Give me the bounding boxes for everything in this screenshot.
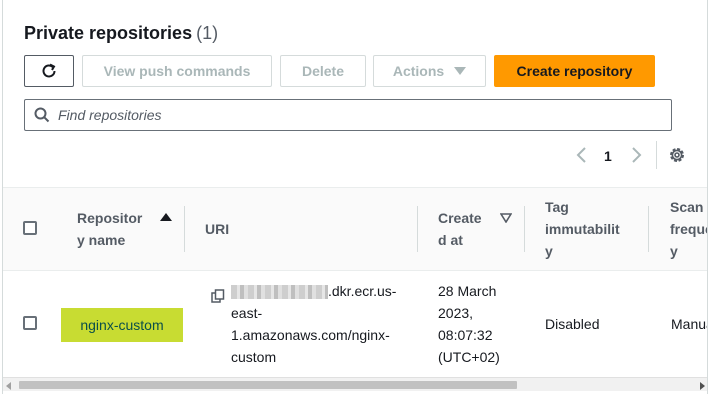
scrollbar-thumb[interactable] [19,381,517,389]
column-header-line: Create [438,210,482,226]
tag-immutability-value: Disabled [545,316,600,332]
created-at-line: (UTC+02) [438,349,500,365]
uri-text: .dkr.ecr.us- [328,283,397,299]
column-header-line: y [545,243,553,259]
redacted-account-id [231,285,328,300]
created-at-line: 28 March [438,283,497,299]
view-push-commands-button[interactable]: View push commands [82,55,272,87]
chevron-left-icon[interactable] [574,144,590,166]
repository-name-link[interactable]: nginx-custom [61,308,183,342]
created-at: 28 March 2023, 08:07:32 (UTC+02) [438,280,500,368]
horizontal-scrollbar[interactable] [3,377,707,391]
column-divider [524,206,525,252]
caret-down-icon [454,67,467,75]
column-header-scan-frequency[interactable]: Scan freque y [670,196,707,262]
title-text: Private repositories [24,23,193,43]
scroll-right-arrow-icon[interactable] [700,382,705,390]
search-box [24,99,672,131]
uri-text: east- [231,305,263,321]
uri-text: custom [231,349,277,365]
column-header-created-at[interactable]: Create d at [438,207,482,251]
create-repository-button[interactable]: Create repository [494,55,655,87]
actions-label: Actions [392,63,445,79]
chevron-right-icon[interactable] [628,144,644,166]
pagination-divider [656,141,657,169]
column-header-line: Scan [670,199,704,215]
actions-dropdown[interactable]: Actions [373,55,486,87]
created-at-line: 08:07:32 [438,327,493,343]
gear-icon[interactable] [667,145,687,165]
column-header-line: y name [77,232,126,248]
page-title: Private repositories (1) [24,23,218,44]
created-at-line: 2023, [438,305,474,321]
copy-icon[interactable] [211,289,225,303]
refresh-button[interactable] [24,55,74,87]
refresh-icon [42,63,56,78]
repository-count: (1) [196,23,219,43]
uri-text: 1.amazonaws.com/nginx- [231,327,390,343]
column-divider [184,206,185,252]
sort-descending-icon[interactable] [500,213,512,223]
scroll-left-arrow-icon[interactable] [6,382,11,390]
repository-uri: .dkr.ecr.us- east- 1.amazonaws.com/nginx… [231,280,396,368]
column-header-line: d at [438,232,463,248]
column-header-line: immutabilit [545,221,620,237]
column-header-line: Tag [545,199,569,215]
scan-frequency-value: Manua [671,316,707,332]
search-icon [34,107,50,123]
search-input[interactable] [58,107,638,123]
column-divider [417,206,418,252]
delete-button[interactable]: Delete [280,55,366,87]
column-header-line: y [670,243,678,259]
select-all-checkbox[interactable] [23,221,37,235]
column-header-tag-immutability[interactable]: Tag immutabilit y [545,196,620,262]
repositories-panel: Private repositories (1) View push comman… [2,0,708,394]
page-number[interactable]: 1 [604,148,612,164]
column-header-uri[interactable]: URI [205,218,229,240]
row-checkbox[interactable] [23,316,37,330]
sort-ascending-icon[interactable] [160,213,172,221]
column-header-line: Repositor [77,210,143,226]
column-header-line: freque [670,221,707,237]
column-divider [648,206,649,252]
column-header-repository-name[interactable]: Repositor y name [77,207,142,251]
